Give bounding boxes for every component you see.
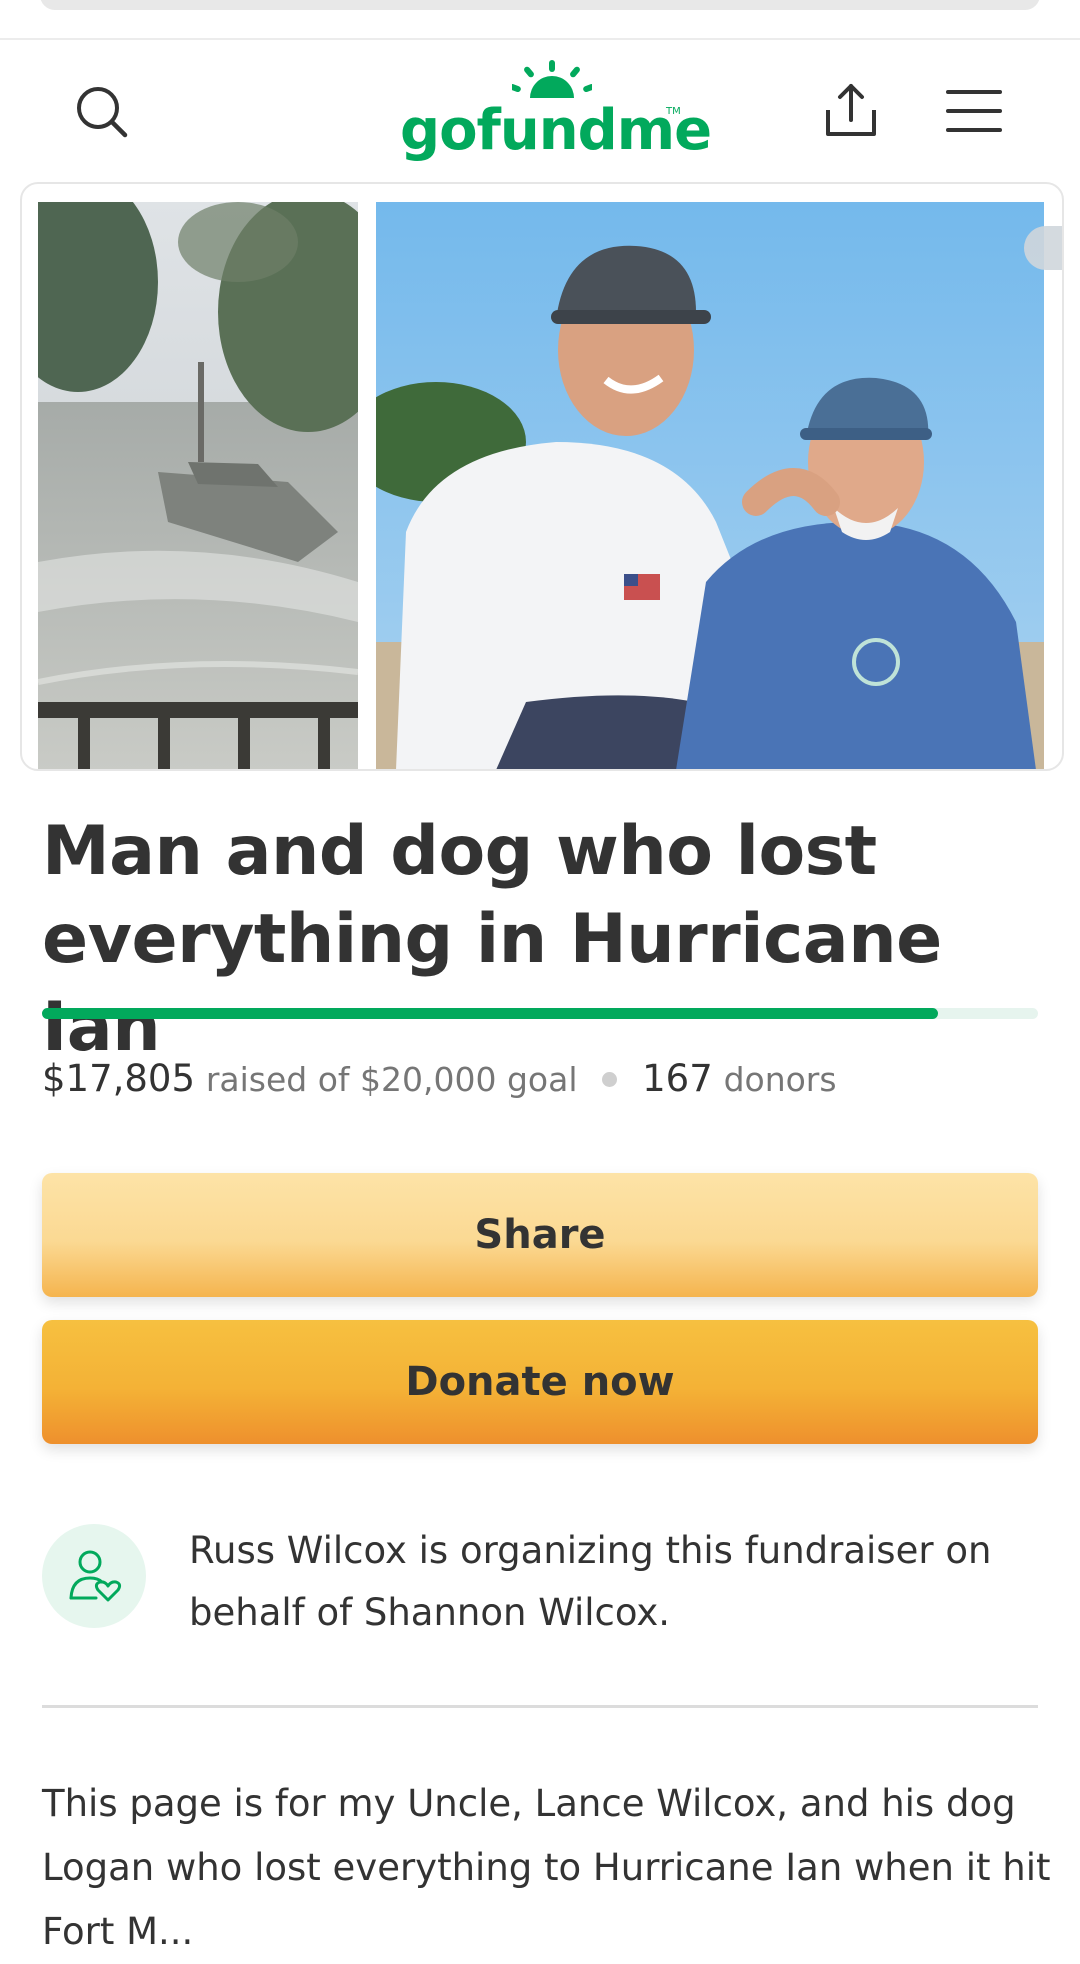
campaign-title: Man and dog who lost everything in Hurri…: [42, 812, 942, 1067]
gallery-next-handle[interactable]: [1024, 226, 1062, 270]
flooded-street-photo[interactable]: [38, 202, 358, 769]
organizer-info: Russ Wilcox is organizing this fundraise…: [42, 1520, 1042, 1640]
section-divider: [42, 1705, 1038, 1708]
separator-dot: [602, 1072, 618, 1087]
site-header: gofundme TM: [0, 40, 1080, 180]
share-button[interactable]: Share: [42, 1173, 1038, 1297]
menu-icon[interactable]: [946, 86, 1002, 136]
gofundme-logo[interactable]: gofundme TM: [400, 60, 712, 170]
campaign-story: This page is for my Uncle, Lance Wilcox,…: [42, 1782, 1051, 1953]
logo-wordmark: gofundme: [400, 98, 712, 163]
person-heart-icon: [69, 1550, 122, 1602]
donate-now-button[interactable]: Donate now: [42, 1320, 1038, 1444]
two-men-photo[interactable]: [376, 202, 1044, 769]
search-icon[interactable]: [74, 84, 130, 140]
donor-count: 167: [642, 1057, 713, 1100]
campaign-photo-gallery[interactable]: [20, 182, 1064, 771]
fundraising-progress-bar: [42, 1008, 1038, 1019]
share-icon[interactable]: [820, 80, 882, 142]
logo-sun-icon: [512, 60, 592, 98]
goal-label: raised of $20,000 goal: [205, 1060, 578, 1099]
address-bar[interactable]: [40, 0, 1040, 10]
amount-raised: $17,805: [42, 1057, 196, 1100]
donors-label: donors: [723, 1060, 837, 1099]
organizer-text: Russ Wilcox is organizing this fundraise…: [189, 1529, 992, 1634]
progress-fill: [42, 1008, 939, 1019]
browser-bar: [0, 0, 1080, 40]
logo-trademark: TM: [666, 106, 681, 117]
organizer-avatar: [42, 1524, 146, 1628]
fundraising-stats: $17,805 raised of $20,000 goal 167 donor…: [42, 1056, 1042, 1103]
